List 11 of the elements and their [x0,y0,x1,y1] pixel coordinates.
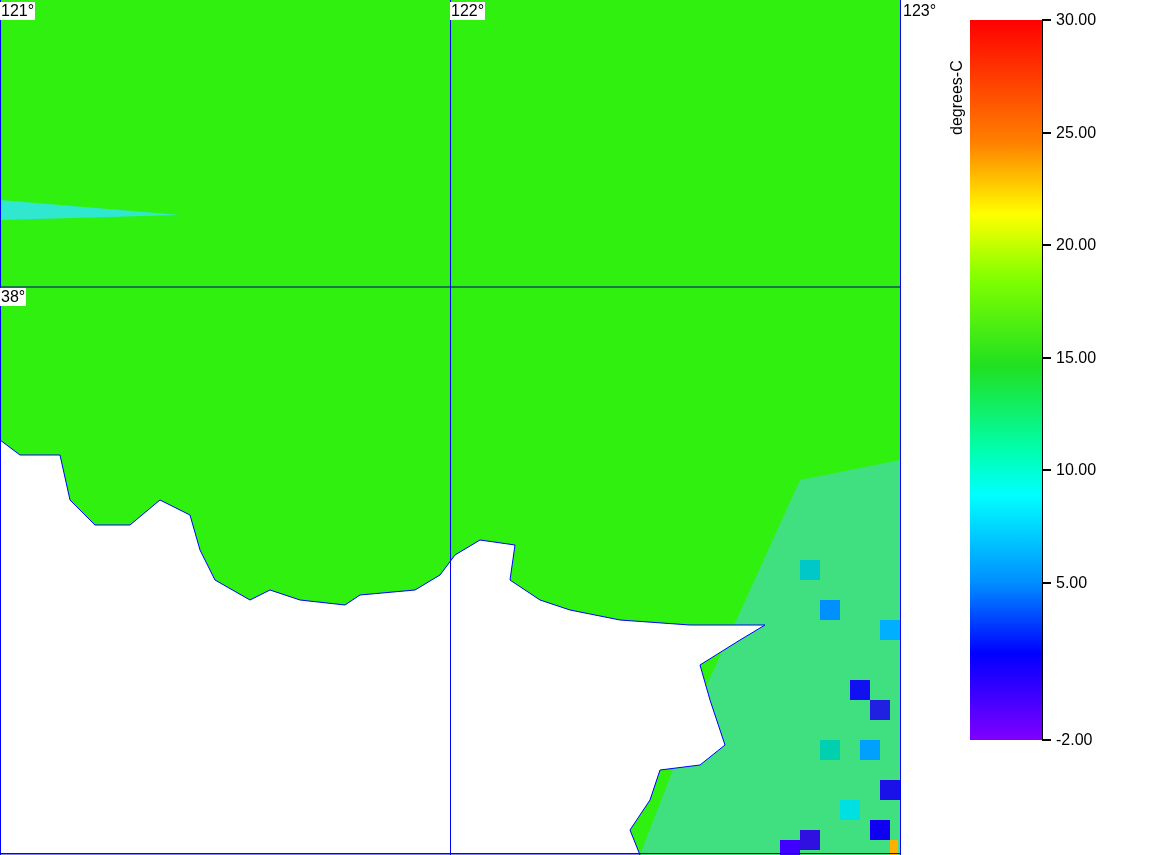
scale-label: 15.00 [1056,348,1097,367]
longitude-label: 122° [450,2,486,20]
scale-label: 20.00 [1056,236,1097,255]
unit-label: degrees-C [948,60,966,135]
scale-label: 10.00 [1056,461,1097,480]
scale-label: 30.00 [1056,11,1097,29]
scale-label: -2.00 [1056,731,1093,749]
longitude-label: 121° [0,2,36,20]
latitude-label: 38° [0,288,27,306]
scale-label: 5.00 [1056,574,1088,592]
scale-label: 25.00 [1056,123,1097,142]
